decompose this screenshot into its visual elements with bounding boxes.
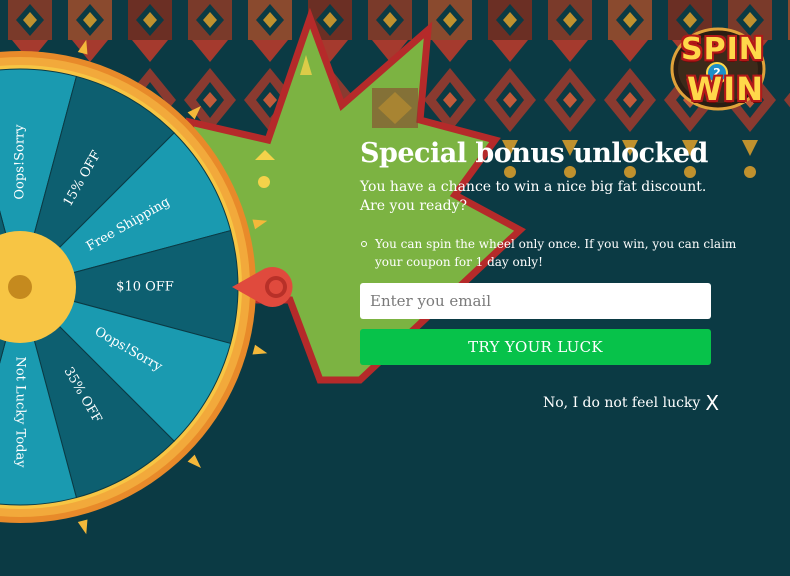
email-input[interactable] [360, 283, 711, 319]
logo-text-bottom: WIN [687, 70, 764, 108]
rules-list: You can spin the wheel only once. If you… [360, 235, 740, 271]
logo-text-top: SPIN [681, 32, 765, 67]
wheel-segment-label: $10 OFF [116, 280, 174, 295]
page-title: Special bonus unlocked [360, 138, 708, 169]
wheel-tick [187, 454, 202, 469]
try-your-luck-button[interactable]: TRY YOUR LUCK [360, 329, 711, 365]
wheel-tick [252, 344, 268, 355]
wheel-tick [77, 519, 88, 535]
spin2win-logo: SPIN 2 WIN [668, 26, 768, 112]
wheel-tick [77, 39, 88, 55]
rule-item: You can spin the wheel only once. If you… [360, 235, 740, 271]
subtitle: You have a chance to win a nice big fat … [360, 179, 707, 214]
wheel-segment-label: Oops!Sorry [13, 124, 28, 200]
wheel-segment-label: Not Lucky Today [13, 356, 28, 468]
close-icon[interactable]: X [705, 393, 719, 413]
wheel-tick [252, 219, 268, 230]
decline-link[interactable]: No, I do not feel lucky X [543, 393, 719, 413]
wheel-tick [187, 105, 202, 120]
decline-label: No, I do not feel lucky [543, 395, 701, 411]
wheel-hub-center [8, 275, 32, 299]
